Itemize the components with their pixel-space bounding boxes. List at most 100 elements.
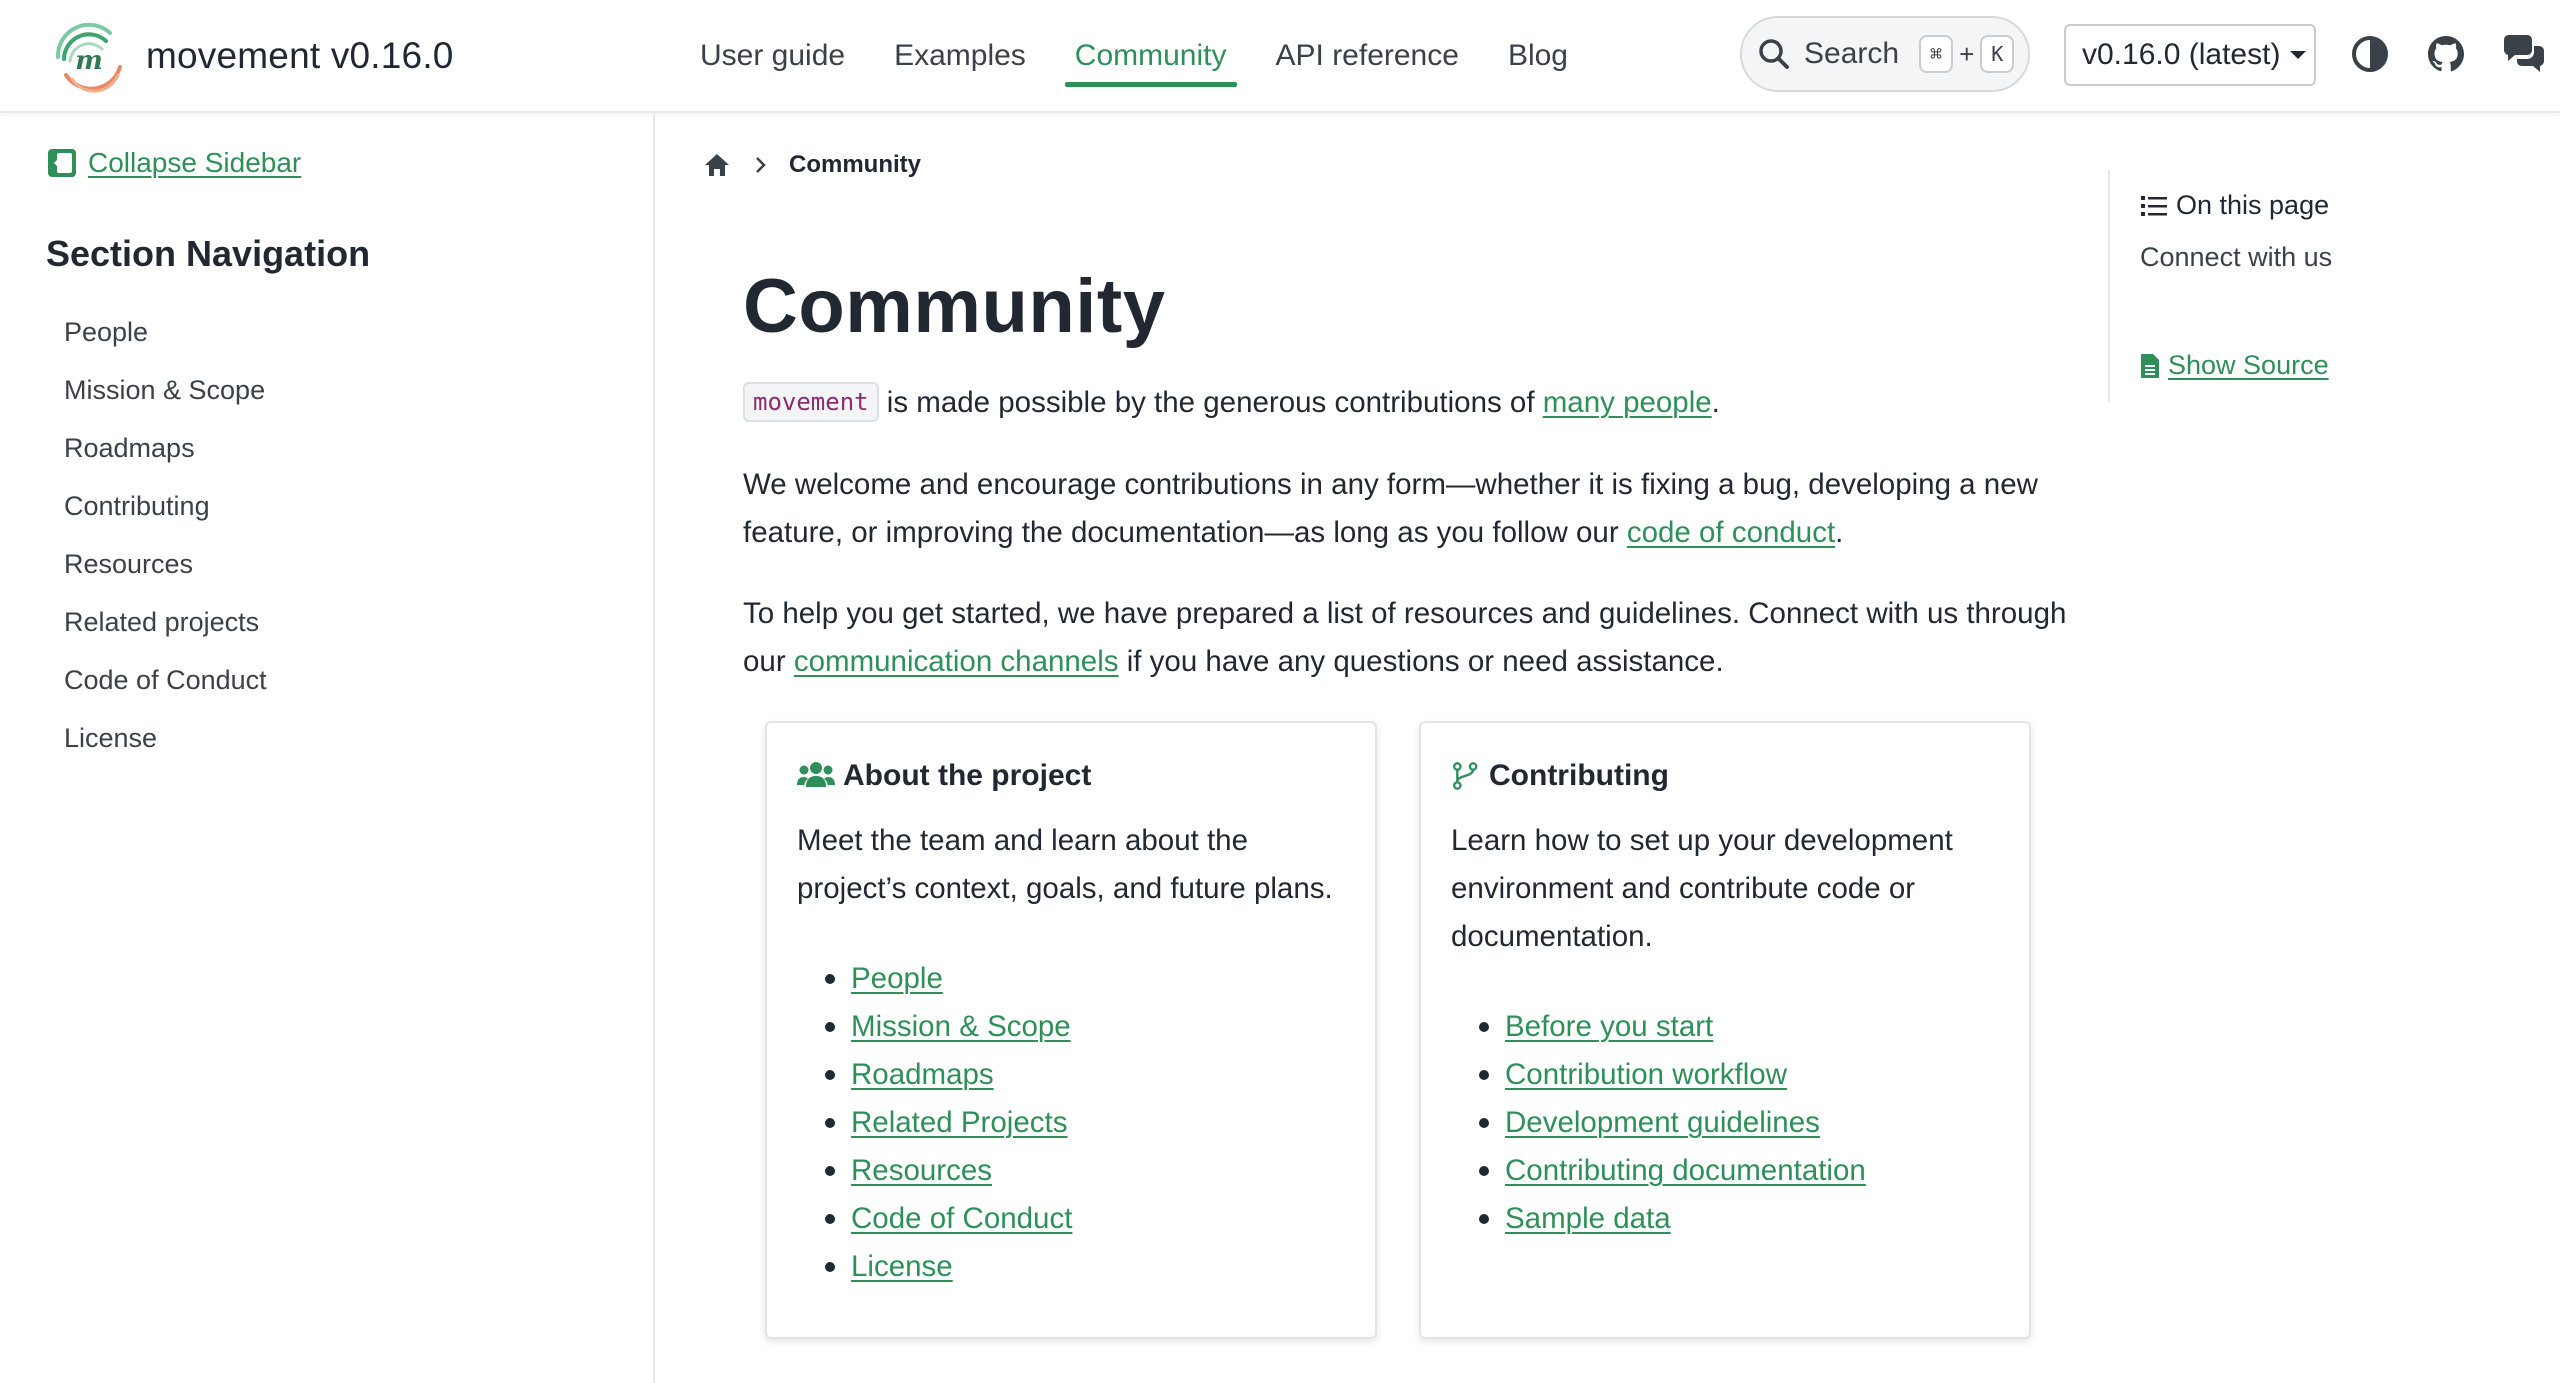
search-shortcut: ⌘ + K	[1919, 35, 2015, 73]
link-people[interactable]: People	[851, 962, 943, 996]
card-header: About the project	[797, 759, 1091, 793]
get-started-paragraph: To help you get started, we have prepare…	[743, 590, 2073, 686]
sidebar-item-resources[interactable]: Resources	[64, 549, 193, 580]
page-title: Community	[743, 264, 1166, 349]
toc-item-connect-with-us[interactable]: Connect with us	[2140, 242, 2332, 273]
link-sample-data[interactable]: Sample data	[1505, 1202, 1671, 1236]
link-contribution-workflow[interactable]: Contribution workflow	[1505, 1058, 1787, 1092]
version-label: v0.16.0 (latest)	[2082, 38, 2281, 71]
file-icon	[2141, 353, 2159, 378]
code-branch-icon	[1452, 762, 1478, 790]
list-item: Contributing documentation	[1479, 1147, 1866, 1195]
toc-heading-label: On this page	[2176, 190, 2330, 220]
link-code-of-conduct[interactable]: Code of Conduct	[851, 1202, 1072, 1236]
home-icon[interactable]	[703, 151, 731, 179]
sidebar-item: Related projects	[64, 593, 267, 651]
sidebar-item: Contributing	[64, 477, 267, 535]
collapse-sidebar-icon	[48, 149, 76, 177]
list-item: Contribution workflow	[1479, 1051, 1866, 1099]
version-switcher[interactable]: v0.16.0 (latest)	[2064, 24, 2316, 86]
sidebar-item: Mission & Scope	[64, 361, 267, 419]
movement-logo: m	[55, 22, 122, 93]
sidebar-item: Roadmaps	[64, 419, 267, 477]
main-content: Community Community movement is made pos…	[657, 113, 2107, 1383]
contributing-card: Contributing Learn how to set up your de…	[1419, 721, 2031, 1339]
section-nav-list: People Mission & Scope Roadmaps Contribu…	[64, 303, 267, 767]
sidebar-item-roadmaps[interactable]: Roadmaps	[64, 433, 195, 464]
link-contributing-documentation[interactable]: Contributing documentation	[1505, 1154, 1866, 1188]
link-resources[interactable]: Resources	[851, 1154, 992, 1188]
chevron-down-icon	[2290, 51, 2307, 59]
kbd-k: K	[1980, 35, 2015, 73]
movement-code: movement	[743, 382, 879, 422]
on-this-page-toc: On this page Connect with us Show Source	[2108, 170, 2528, 402]
card-title: About the project	[843, 759, 1092, 792]
card-description: Learn how to set up your development env…	[1451, 824, 1953, 953]
nav-user-guide[interactable]: User guide	[690, 31, 855, 81]
link-related-projects[interactable]: Related Projects	[851, 1106, 1067, 1140]
sidebar-item: License	[64, 709, 267, 767]
collapse-sidebar-link[interactable]: Collapse Sidebar	[46, 147, 301, 179]
breadcrumb: Community	[703, 151, 921, 179]
svg-text:m: m	[75, 46, 103, 76]
intro-paragraph: movement is made possible by the generou…	[743, 379, 2073, 427]
about-project-links: People Mission & Scope Roadmaps Related …	[825, 955, 1072, 1291]
nav-blog[interactable]: Blog	[1498, 31, 1578, 81]
users-icon	[797, 762, 835, 787]
list-item: Related Projects	[825, 1099, 1072, 1147]
list-item: Code of Conduct	[825, 1195, 1072, 1243]
sidebar-item-related-projects[interactable]: Related projects	[64, 607, 259, 638]
nav-examples[interactable]: Examples	[884, 31, 1036, 81]
sidebar-item-people[interactable]: People	[64, 317, 148, 348]
breadcrumb-current: Community	[789, 151, 921, 178]
intro-text: is made possible by the generous contrib…	[878, 386, 1543, 419]
many-people-link[interactable]: many people	[1543, 386, 1712, 419]
list-item: Mission & Scope	[825, 1003, 1072, 1051]
link-roadmaps[interactable]: Roadmaps	[851, 1058, 994, 1092]
theme-toggle-icon[interactable]	[2348, 32, 2392, 76]
sidebar-item-code-of-conduct[interactable]: Code of Conduct	[64, 665, 267, 696]
toc-heading: On this page	[2140, 190, 2329, 221]
sidebar-item: Resources	[64, 535, 267, 593]
link-mission-scope[interactable]: Mission & Scope	[851, 1010, 1071, 1044]
kbd-command: ⌘	[1919, 35, 1954, 73]
link-development-guidelines[interactable]: Development guidelines	[1505, 1106, 1820, 1140]
sidebar-item-license[interactable]: License	[64, 723, 157, 754]
show-source-label: Show Source	[2168, 350, 2329, 380]
list-item: Resources	[825, 1147, 1072, 1195]
card-title: Contributing	[1489, 759, 1669, 792]
collapse-sidebar-label: Collapse Sidebar	[88, 147, 302, 178]
welcome-text: We welcome and encourage contributions i…	[743, 468, 2038, 549]
kbd-plus: +	[1959, 38, 1975, 69]
code-of-conduct-link[interactable]: code of conduct	[1627, 516, 1835, 549]
nav-api-reference[interactable]: API reference	[1266, 31, 1469, 81]
chevron-right-icon	[756, 157, 766, 173]
welcome-end: .	[1835, 516, 1844, 549]
intro-end: .	[1711, 386, 1720, 419]
top-navbar: m movement v0.16.0 User guide Examples C…	[0, 0, 2560, 113]
show-source-link[interactable]: Show Source	[2140, 350, 2329, 381]
search-label: Search	[1804, 37, 1900, 70]
link-license[interactable]: License	[851, 1250, 953, 1284]
list-item: Sample data	[1479, 1195, 1866, 1243]
get-started-end: if you have any questions or need assist…	[1118, 645, 1724, 678]
sidebar-item-mission-scope[interactable]: Mission & Scope	[64, 375, 265, 406]
list-item: Before you start	[1479, 1003, 1866, 1051]
sidebar-item: Code of Conduct	[64, 651, 267, 709]
brand-home-link[interactable]: m movement v0.16.0	[48, 14, 454, 98]
about-project-card: About the project Meet the team and lear…	[765, 721, 1377, 1339]
sidebar-item: People	[64, 303, 267, 361]
chat-icon[interactable]	[2500, 32, 2548, 76]
github-icon[interactable]	[2424, 32, 2468, 76]
list-item: Development guidelines	[1479, 1099, 1866, 1147]
nav-community[interactable]: Community	[1064, 31, 1237, 87]
link-before-you-start[interactable]: Before you start	[1505, 1010, 1713, 1044]
welcome-paragraph: We welcome and encourage contributions i…	[743, 461, 2073, 557]
communication-channels-link[interactable]: communication channels	[794, 645, 1119, 678]
list-icon	[2141, 195, 2167, 216]
brand-title: movement v0.16.0	[146, 35, 454, 76]
sidebar-item-contributing[interactable]: Contributing	[64, 491, 210, 522]
section-navigation-title: Section Navigation	[46, 233, 371, 274]
search-button[interactable]: Search ⌘ + K	[1740, 16, 2030, 92]
contributing-links: Before you start Contribution workflow D…	[1479, 1003, 1866, 1243]
